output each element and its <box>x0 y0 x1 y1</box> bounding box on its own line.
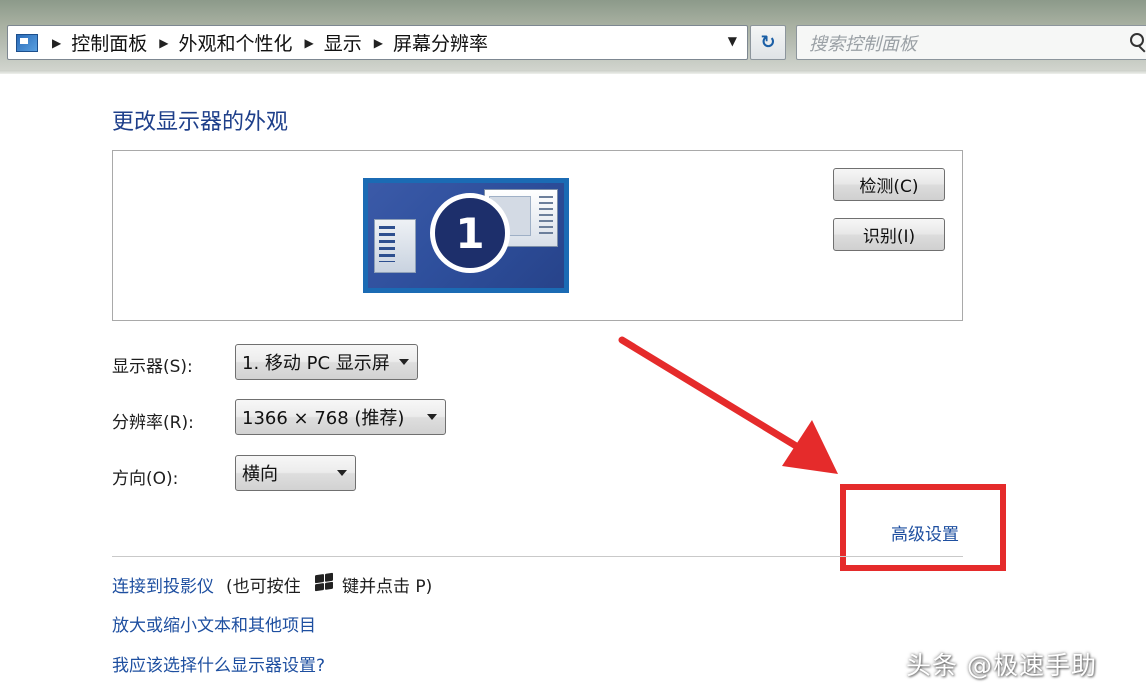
projector-hint-key-text: 键并点击 P) <box>342 577 433 597</box>
which-settings-link[interactable]: 我应该选择什么显示器设置? <box>112 651 325 676</box>
connect-projector-link[interactable]: 连接到投影仪 <box>112 572 214 597</box>
windows-logo-icon <box>315 572 333 592</box>
divider <box>112 556 963 557</box>
advanced-settings-link[interactable]: 高级设置 <box>891 520 959 545</box>
projector-hint-text: (也可按住 <box>226 577 301 597</box>
text-size-link[interactable]: 放大或缩小文本和其他项目 <box>112 611 316 636</box>
watermark: 头条 @极速手助 <box>906 651 1097 680</box>
